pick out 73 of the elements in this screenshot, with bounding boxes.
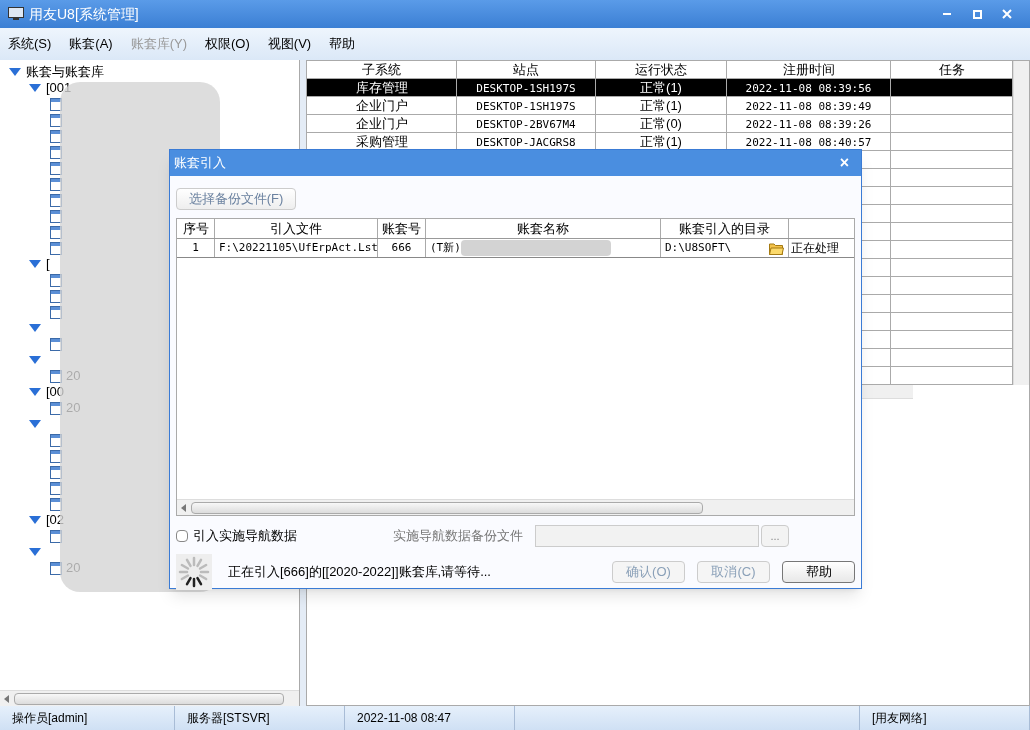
table-cell: 采购管理 (355, 134, 408, 149)
session-row[interactable]: 库存管理 DESKTOP-1SH197S 正常(1) 2022-11-08 08:39:56 (307, 79, 1013, 97)
column-header[interactable]: 引入文件 (215, 219, 378, 238)
status-text: 服务器[STSVR] (187, 710, 270, 727)
column-header[interactable]: 账套引入的目录 (661, 219, 789, 238)
session-row[interactable]: 企业门户 DESKTOP-1SH197S 正常(1) 2022-11-08 08:39:49 (307, 97, 1013, 115)
table-cell: 库存管理 (355, 80, 408, 95)
status-text: [用友网络] (872, 710, 927, 727)
table-cell: 2022-11-08 08:40:57 (745, 136, 872, 149)
tree-node[interactable]: [001 (46, 80, 72, 96)
expand-triangle-icon[interactable] (28, 515, 42, 525)
tree-node[interactable]: [ (46, 256, 50, 272)
status-text: 操作员[admin] (12, 710, 88, 727)
menu-item[interactable]: 权限(O) (205, 34, 250, 54)
table-cell: DESKTOP-JACGRS8 (476, 136, 576, 149)
status-text: 2022-11-08 08:47 (357, 710, 451, 727)
session-row[interactable]: 企业门户 DESKTOP-2BV67M4 正常(0) 2022-11-08 08:39:26 (307, 115, 1013, 133)
maximize-icon (972, 9, 982, 19)
expand-triangle-icon[interactable] (28, 419, 42, 429)
column-header[interactable]: 账套名称 (426, 219, 661, 238)
table-cell: DESKTOP-1SH197S (476, 82, 576, 95)
tree-node[interactable]: [02 (46, 512, 65, 528)
menu-item[interactable]: 帮助 (329, 34, 356, 54)
nav-data-checkbox[interactable] (176, 530, 188, 542)
minimize-icon (943, 13, 951, 15)
table-cell: DESKTOP-2BV67M4 (476, 118, 576, 131)
column-header[interactable]: 子系统 (307, 61, 457, 78)
table-cell: 企业门户 (355, 116, 408, 131)
table-cell-text: D:\U8SOFT\ (665, 240, 732, 256)
table-cell: 正常(1) (640, 98, 682, 113)
column-header[interactable]: 序号 (177, 219, 215, 238)
checkbox-label: 引入实施导航数据 (193, 527, 298, 546)
table-cell-text: (T新) (430, 240, 461, 256)
table-cell: 企业门户 (355, 98, 408, 113)
column-header[interactable]: 账套号 (378, 219, 426, 238)
expand-triangle-icon[interactable] (28, 547, 42, 557)
table-cell: 2022-11-08 08:39:26 (745, 118, 872, 131)
table-cell: 2022-11-08 08:39:56 (745, 82, 872, 95)
expand-triangle-icon[interactable] (28, 355, 42, 365)
tree-node[interactable]: [00 (46, 384, 65, 400)
progress-message: 正在引入[666]的[[2020-2022]]账套库,请等待... (228, 563, 492, 582)
horizontal-scrollbar[interactable] (177, 499, 854, 515)
table-cell: DESKTOP-1SH197S (476, 100, 576, 113)
menu-item[interactable]: 账套(A) (69, 34, 113, 54)
tree-root[interactable]: 账套与账套库 (26, 64, 104, 80)
table-cell: 2022-11-08 08:39:49 (745, 100, 872, 113)
expand-triangle-icon[interactable] (28, 387, 42, 397)
window-title: 用友U8[系统管理] (29, 4, 139, 24)
expand-triangle-icon[interactable] (28, 83, 42, 93)
table-cell: 正常(1) (640, 134, 682, 149)
loading-spinner-icon (176, 554, 212, 590)
table-cell-text: 正在处理 (790, 240, 840, 257)
expand-triangle-icon[interactable] (8, 67, 22, 77)
menu-item[interactable]: 视图(V) (267, 34, 312, 54)
table-cell: F:\20221105\UfErpAct.Lst (215, 239, 378, 257)
table-cell: 1 (177, 239, 215, 257)
vertical-scrollbar[interactable] (1013, 61, 1029, 385)
expand-triangle-icon[interactable] (28, 259, 42, 269)
table-cell: 666 (378, 239, 426, 257)
close-icon (1002, 9, 1012, 19)
column-header[interactable]: 注册时间 (727, 61, 891, 78)
column-header[interactable]: 站点 (457, 61, 596, 78)
table-cell: 正常(1) (640, 80, 682, 95)
expand-triangle-icon[interactable] (28, 323, 42, 333)
column-header[interactable]: 运行状态 (596, 61, 727, 78)
folder-icon (769, 241, 784, 255)
horizontal-scrollbar[interactable] (0, 690, 299, 706)
menu-item[interactable]: 系统(S) (8, 34, 52, 54)
table-cell: 正常(0) (640, 116, 682, 131)
dialog-title: 账套引入 (174, 154, 226, 173)
nav-file-label: 实施导航数据备份文件 (392, 527, 523, 546)
dialog-button[interactable]: 帮助 (782, 561, 855, 583)
monitor-icon (8, 7, 24, 21)
